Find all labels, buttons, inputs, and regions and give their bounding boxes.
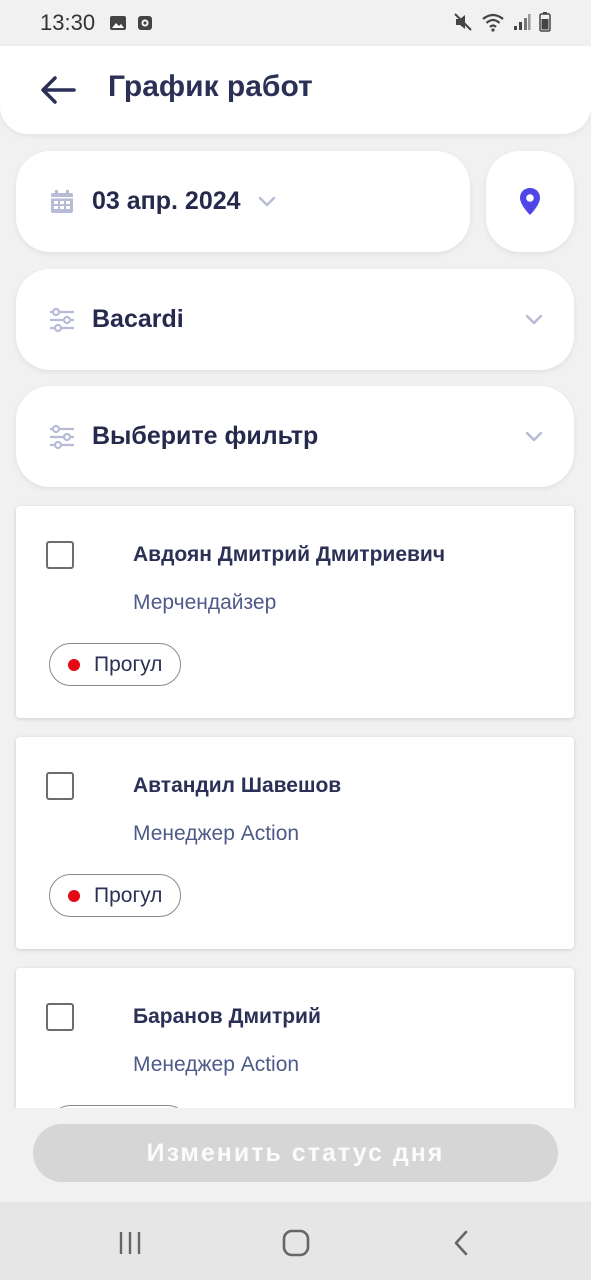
filter-select-dropdown[interactable]: Выберите фильтр bbox=[48, 386, 544, 487]
recent-apps-button[interactable] bbox=[113, 1226, 147, 1260]
signal-icon bbox=[514, 14, 531, 30]
status-label: Прогул bbox=[94, 652, 163, 676]
location-button[interactable] bbox=[486, 151, 574, 252]
chevron-down-icon bbox=[525, 314, 543, 325]
employee-card[interactable]: Авдоян Дмитрий Дмитриевич Мерчендайзер П… bbox=[16, 506, 574, 718]
app-bar: График работ bbox=[0, 46, 591, 134]
bottom-action-bar: Изменить статус дня bbox=[0, 1108, 591, 1202]
system-nav-bar bbox=[0, 1202, 591, 1280]
wifi-icon bbox=[482, 13, 504, 32]
filter-select[interactable]: Выберите фильтр bbox=[16, 386, 574, 487]
status-badge: Прогул bbox=[49, 874, 182, 917]
status-label: Прогул bbox=[94, 883, 163, 907]
calendar-icon bbox=[48, 188, 76, 216]
camera-notification-icon bbox=[138, 16, 153, 30]
employee-card[interactable]: Автандил Шавешов Менеджер Action Прогул bbox=[16, 737, 574, 949]
status-time: 13:30 bbox=[40, 10, 96, 35]
date-dropdown[interactable]: 03 апр. 2024 bbox=[48, 151, 440, 252]
filter-select-value: Выберите фильтр bbox=[92, 422, 319, 450]
employee-checkbox[interactable] bbox=[46, 1003, 74, 1031]
change-day-status-button[interactable]: Изменить статус дня bbox=[33, 1124, 558, 1182]
employee-name: Автандил Шавешов bbox=[133, 774, 342, 797]
sliders-icon bbox=[48, 423, 76, 451]
home-icon bbox=[282, 1229, 310, 1257]
status-dot-icon bbox=[68, 889, 80, 902]
sliders-icon bbox=[48, 306, 76, 334]
battery-icon bbox=[539, 12, 551, 32]
home-button[interactable] bbox=[279, 1226, 313, 1260]
page-title: График работ bbox=[108, 70, 313, 103]
chevron-down-icon bbox=[525, 431, 543, 442]
employee-checkbox[interactable] bbox=[46, 541, 74, 569]
date-selector[interactable]: 03 апр. 2024 bbox=[16, 151, 470, 252]
filter-brand-value: Bacardi bbox=[92, 305, 184, 333]
system-back-button[interactable] bbox=[444, 1226, 478, 1260]
filter-brand[interactable]: Bacardi bbox=[16, 269, 574, 370]
employee-name: Авдоян Дмитрий Дмитриевич bbox=[133, 543, 446, 566]
mute-icon bbox=[454, 13, 472, 31]
gallery-icon bbox=[110, 16, 127, 30]
chevron-left-icon bbox=[454, 1230, 468, 1256]
employee-name: Баранов Дмитрий bbox=[133, 1005, 321, 1028]
employee-role: Менеджер Action bbox=[133, 822, 300, 845]
date-value: 03 апр. 2024 bbox=[92, 187, 241, 215]
employee-role: Менеджер Action bbox=[133, 1053, 300, 1076]
filter-brand-dropdown[interactable]: Bacardi bbox=[48, 269, 544, 370]
location-pin-icon bbox=[520, 187, 540, 215]
arrow-left-icon bbox=[41, 76, 76, 104]
employee-role: Мерчендайзер bbox=[133, 591, 277, 614]
status-badge: Прогул bbox=[49, 643, 182, 686]
status-dot-icon bbox=[68, 658, 80, 671]
chevron-down-icon bbox=[258, 196, 275, 206]
status-bar: 13:30 bbox=[0, 0, 591, 46]
employee-checkbox[interactable] bbox=[46, 772, 74, 800]
recent-apps-icon bbox=[119, 1232, 141, 1254]
back-button[interactable] bbox=[38, 72, 78, 108]
